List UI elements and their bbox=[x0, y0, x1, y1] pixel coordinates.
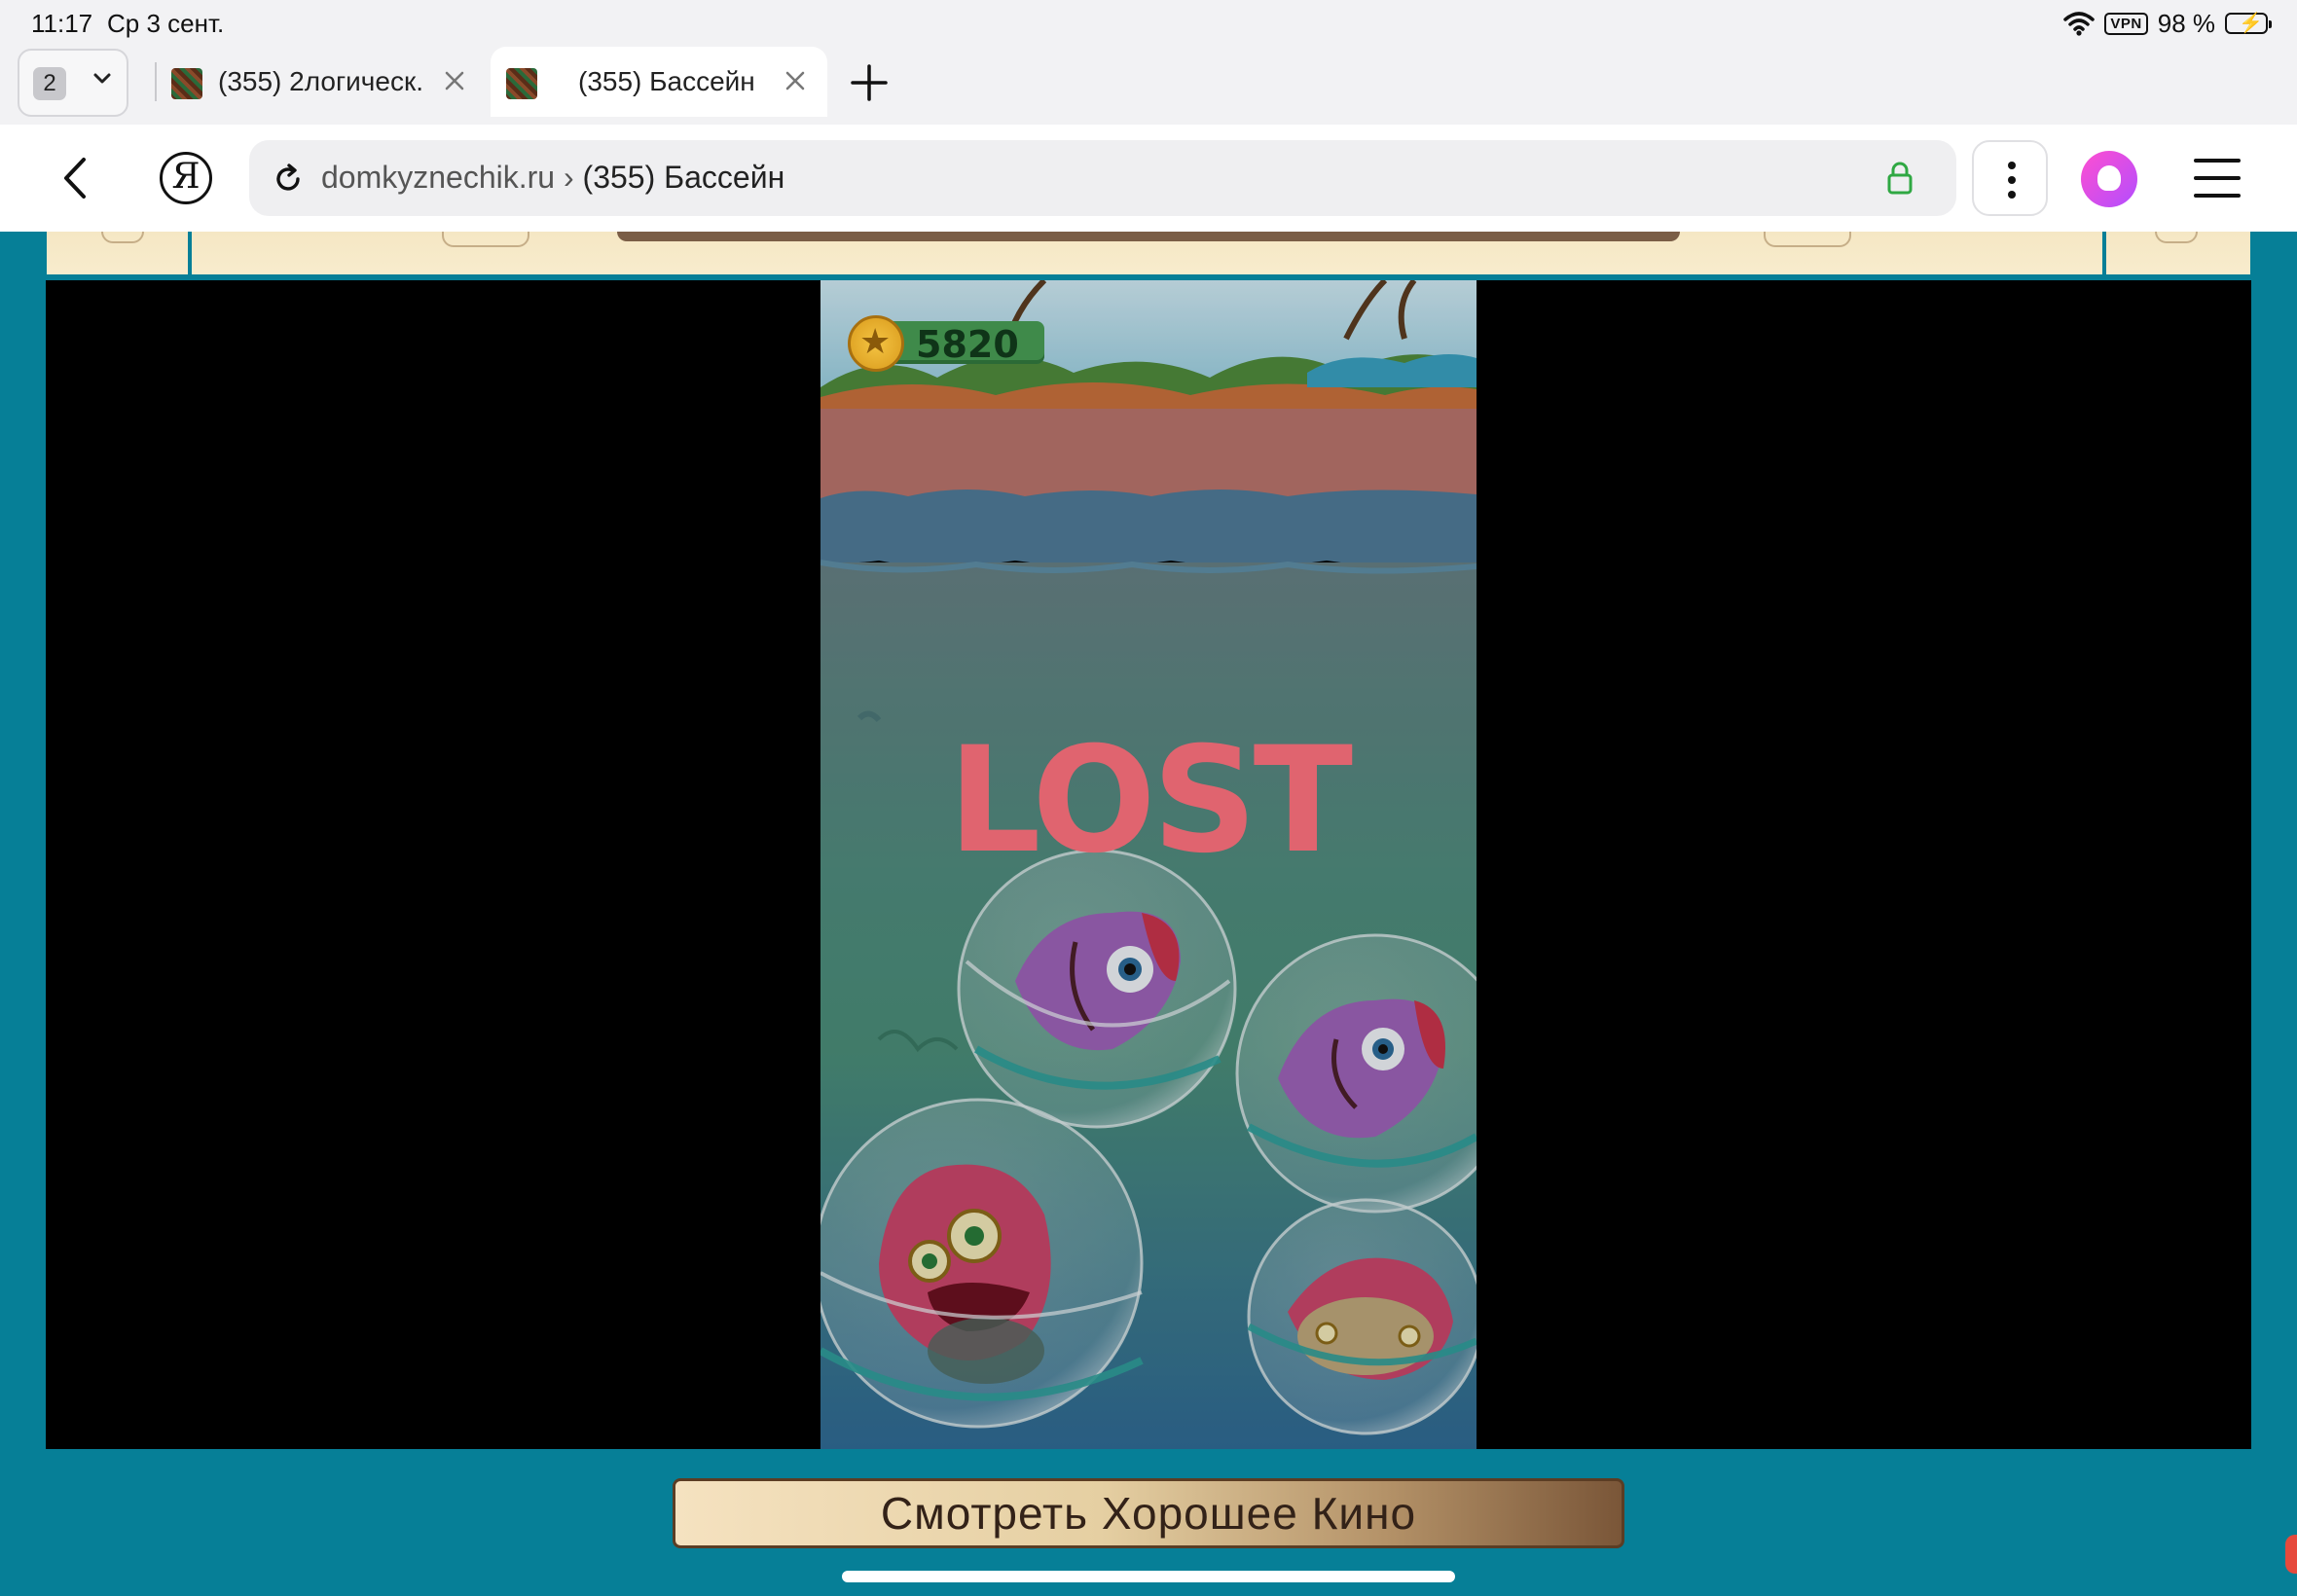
game-canvas[interactable]: 5820 LOST bbox=[820, 280, 1477, 1449]
tab-count: 2 bbox=[33, 67, 66, 100]
game-result-text: LOST bbox=[947, 716, 1353, 886]
tab-2-active[interactable]: (355) Бассейн bbox=[491, 47, 827, 117]
url-page-title: (355) Бассейн bbox=[582, 160, 785, 195]
reload-icon[interactable] bbox=[271, 162, 306, 197]
header-tab[interactable] bbox=[442, 232, 529, 247]
battery-percent: 98 % bbox=[2157, 8, 2215, 38]
tab-title: (355) 2логическ... bbox=[218, 66, 422, 96]
site-favicon-icon bbox=[171, 68, 202, 99]
header-ornament bbox=[101, 232, 144, 243]
header-tab[interactable] bbox=[1764, 232, 1851, 247]
site-header-strip bbox=[47, 232, 2250, 278]
close-tab-icon[interactable] bbox=[781, 66, 810, 95]
alice-assistant-icon[interactable] bbox=[2081, 151, 2137, 207]
more-options-button[interactable] bbox=[1972, 140, 2048, 216]
status-bar: 11:17 Ср 3 сент. VPN 98 % ⚡ bbox=[0, 0, 2297, 47]
battery-icon: ⚡ bbox=[2225, 13, 2272, 34]
close-tab-icon[interactable] bbox=[440, 66, 469, 95]
tab-title: (355) Бассейн bbox=[578, 66, 755, 96]
header-bar bbox=[617, 232, 1680, 241]
vpn-badge: VPN bbox=[2104, 12, 2148, 35]
status-date: Ср 3 сент. bbox=[107, 9, 225, 38]
yandex-logo-button[interactable]: Я bbox=[160, 152, 212, 204]
status-right: VPN 98 % ⚡ bbox=[2063, 8, 2272, 39]
url-separator: › bbox=[555, 160, 583, 195]
status-time: 11:17 bbox=[31, 9, 93, 38]
url-text: domkyznechik.ru › (355) Бассейн bbox=[321, 160, 784, 196]
chevron-down-icon bbox=[93, 73, 111, 84]
star-coin-icon bbox=[848, 315, 904, 372]
header-ornament bbox=[2155, 232, 2198, 243]
home-indicator[interactable] bbox=[842, 1571, 1455, 1582]
tab-switcher-button[interactable]: 2 bbox=[18, 49, 128, 117]
hamburger-menu-icon[interactable] bbox=[2194, 159, 2241, 198]
header-divider bbox=[188, 232, 192, 278]
new-tab-plus-icon[interactable] bbox=[849, 62, 890, 103]
browser-toolbar: Я domkyznechik.ru › (355) Бассейн bbox=[0, 125, 2297, 232]
back-arrow-icon[interactable] bbox=[55, 154, 99, 202]
coin-counter: 5820 bbox=[848, 315, 1044, 372]
header-divider bbox=[2102, 232, 2106, 278]
coin-count: 5820 bbox=[916, 323, 1019, 366]
edge-notification-badge[interactable] bbox=[2285, 1535, 2297, 1574]
address-bar[interactable]: domkyznechik.ru › (355) Бассейн bbox=[249, 140, 1956, 216]
tab-1[interactable]: (355) 2логическ... bbox=[156, 47, 477, 117]
site-favicon-icon bbox=[506, 68, 537, 99]
tab-strip: 2 (355) 2логическ... (355) Бассейн bbox=[0, 47, 2297, 125]
wifi-icon bbox=[2063, 12, 2096, 36]
url-domain: domkyznechik.ru bbox=[321, 160, 556, 195]
watch-movies-button[interactable]: Смотреть Хорошее Кино bbox=[673, 1478, 1624, 1548]
lock-icon bbox=[1887, 162, 1913, 195]
